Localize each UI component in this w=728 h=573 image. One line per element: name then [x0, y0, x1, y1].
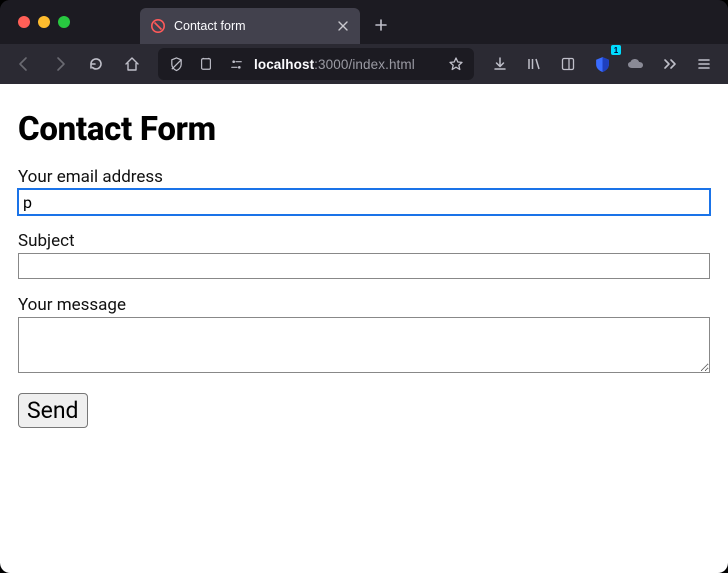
downloads-button[interactable] [484, 48, 516, 80]
tracking-protection-icon[interactable] [164, 52, 188, 76]
extension-shield-button[interactable]: 1 [586, 48, 618, 80]
subject-input[interactable] [18, 253, 710, 279]
window-controls [18, 16, 70, 28]
page-viewport[interactable]: Contact Form Your email address Subject … [0, 84, 728, 573]
sidebar-button[interactable] [552, 48, 584, 80]
overflow-chevrons-button[interactable] [654, 48, 686, 80]
library-button[interactable] [518, 48, 550, 80]
toolbar-right-icons: 1 [484, 48, 720, 80]
url-port: :3000 [314, 57, 348, 72]
url-path: /index.html [348, 57, 414, 72]
forward-button[interactable] [44, 48, 76, 80]
tab-close-button[interactable] [336, 19, 350, 33]
subject-label: Subject [18, 231, 710, 251]
window-zoom-button[interactable] [58, 16, 70, 28]
site-info-icon[interactable] [194, 52, 218, 76]
message-textarea[interactable] [18, 317, 710, 373]
tab-favicon-error-icon [150, 18, 166, 34]
title-bar: Contact form [0, 0, 728, 44]
message-label: Your message [18, 295, 710, 315]
page-title: Contact Form [18, 110, 710, 149]
permissions-icon[interactable] [224, 52, 248, 76]
tab-title: Contact form [174, 19, 328, 33]
message-field-group: Your message [18, 295, 710, 377]
url-bar[interactable]: localhost:3000/index.html [158, 48, 474, 80]
home-button[interactable] [116, 48, 148, 80]
bookmark-star-icon[interactable] [444, 52, 468, 76]
browser-tab[interactable]: Contact form [140, 8, 360, 44]
window-close-button[interactable] [18, 16, 30, 28]
reload-button[interactable] [80, 48, 112, 80]
extension-cloud-button[interactable] [620, 48, 652, 80]
email-field-group: Your email address [18, 167, 710, 215]
subject-field-group: Subject [18, 231, 710, 279]
browser-window: Contact form [0, 0, 728, 573]
page-content: Contact Form Your email address Subject … [0, 84, 728, 448]
email-input[interactable] [18, 189, 710, 215]
new-tab-button[interactable] [366, 10, 396, 40]
url-text: localhost:3000/index.html [254, 57, 415, 72]
app-menu-button[interactable] [688, 48, 720, 80]
extension-badge: 1 [611, 45, 621, 55]
url-host: localhost [254, 57, 314, 72]
email-label: Your email address [18, 167, 710, 187]
browser-toolbar: localhost:3000/index.html 1 [0, 44, 728, 84]
window-minimize-button[interactable] [38, 16, 50, 28]
send-button[interactable]: Send [18, 393, 88, 428]
back-button[interactable] [8, 48, 40, 80]
